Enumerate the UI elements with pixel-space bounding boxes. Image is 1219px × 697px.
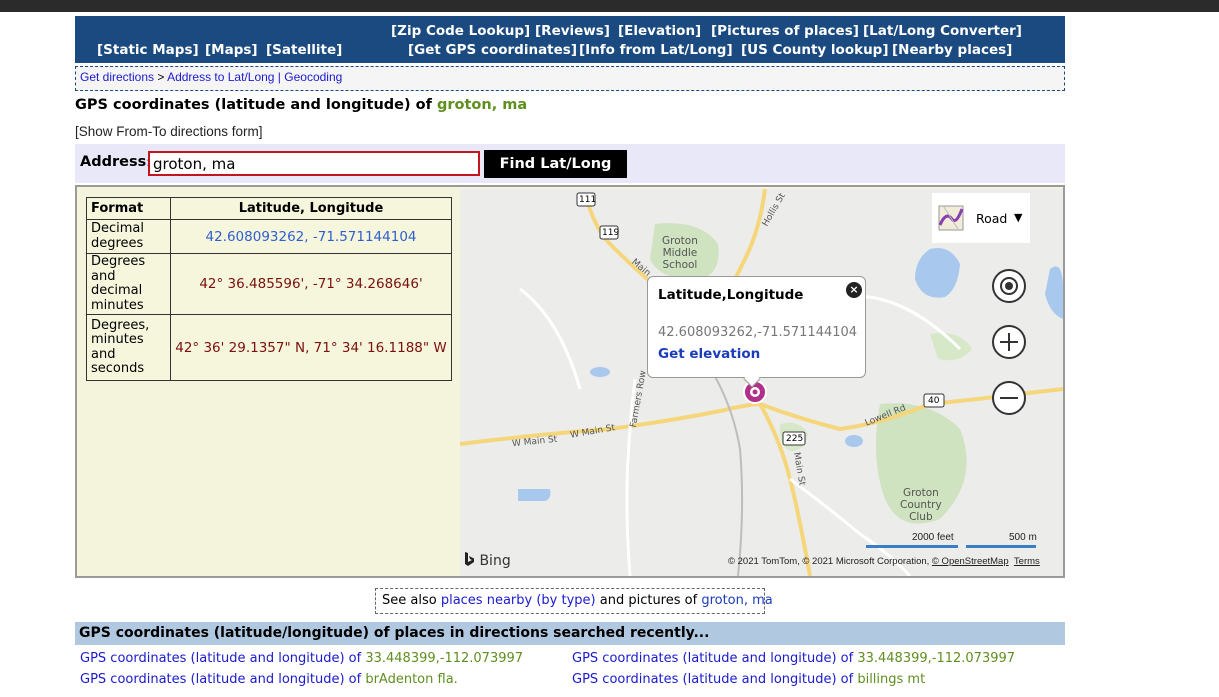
chevron-down-icon: ▼ xyxy=(1014,211,1023,224)
nav-get-gps-coordinates[interactable]: [Get GPS coordinates] xyxy=(408,42,577,58)
browser-top-strip xyxy=(0,0,1219,12)
list-item[interactable]: GPS coordinates (latitude and longitude)… xyxy=(80,651,523,666)
page-title-prefix: GPS coordinates (latitude and longitude)… xyxy=(75,97,437,113)
coordinate-popup: Latitude,Longitude 42.608093262,-71.5711… xyxy=(647,276,866,388)
nav-us-county-lookup[interactable]: [US County lookup] xyxy=(741,42,889,58)
table-row: Decimal degrees 42.608093262, -71.571144… xyxy=(86,219,452,254)
nav-maps[interactable]: [Maps] xyxy=(205,42,258,58)
bing-b-icon xyxy=(465,552,474,566)
bing-logo[interactable]: Bing xyxy=(464,552,511,569)
list-item[interactable]: GPS coordinates (latitude and longitude)… xyxy=(80,672,458,687)
road-local xyxy=(519,287,582,390)
map-copyright: © 2021 TomTom, © 2021 Microsoft Corporat… xyxy=(728,556,1040,567)
breadcrumb-geocoding[interactable]: Address to Lat/Long | Geocoding xyxy=(167,70,342,84)
nav-lat-long-converter[interactable]: [Lat/Long Converter] xyxy=(863,23,1022,39)
pond xyxy=(1045,266,1063,319)
label-groton-country-club: Groton Country Club xyxy=(900,487,942,523)
scale-meters: 500 m xyxy=(1009,532,1037,543)
park xyxy=(930,333,972,361)
route-225-label: 225 xyxy=(786,434,804,444)
minus-icon xyxy=(1000,397,1018,399)
format-dms: Degrees, minutes and seconds xyxy=(86,314,171,381)
road-map-icon xyxy=(938,205,964,231)
coordinates-table: Format Latitude, Longitude Decimal degre… xyxy=(86,197,452,381)
terms-link[interactable]: Terms xyxy=(1014,556,1040,567)
openstreetmap-link[interactable]: © OpenStreetMap xyxy=(932,556,1009,567)
pond xyxy=(845,435,863,447)
close-icon[interactable]: × xyxy=(846,282,862,298)
locate-icon xyxy=(1000,277,1018,295)
value-decimal-degrees: 42.608093262, -71.571144104 xyxy=(170,219,452,254)
see-also-box: See also places nearby (by type) and pic… xyxy=(375,588,773,614)
page-title-place: groton, ma xyxy=(437,97,528,113)
scale-bar-meters xyxy=(966,545,1036,548)
value-dms: 42° 36' 29.1357" N, 71° 34' 16.1188" W xyxy=(170,314,452,381)
scale-bar-feet xyxy=(866,545,958,548)
pond xyxy=(915,248,960,298)
route-119-label: 119 xyxy=(602,228,620,238)
popup-title: Latitude,Longitude xyxy=(658,287,804,303)
plus-icon xyxy=(1000,333,1018,351)
breadcrumb: Get directions > Address to Lat/Long | G… xyxy=(75,66,1065,91)
locate-me-button[interactable] xyxy=(992,269,1026,303)
address-label: Address: xyxy=(80,154,150,170)
pictures-of-place-link[interactable]: groton, ma xyxy=(701,593,772,608)
route-40-label: 40 xyxy=(928,396,940,406)
top-navigation: [Zip Code Lookup] [Reviews] [Elevation] … xyxy=(75,16,1065,63)
address-input[interactable] xyxy=(148,151,480,176)
bing-label: Bing xyxy=(479,553,511,569)
zoom-in-button[interactable] xyxy=(992,325,1026,359)
nav-zip-code-lookup[interactable]: [Zip Code Lookup] xyxy=(391,23,530,39)
table-header-format: Format xyxy=(86,197,171,220)
list-item[interactable]: GPS coordinates (latitude and longitude)… xyxy=(572,672,925,687)
scale-feet: 2000 feet xyxy=(912,532,954,543)
popup-coordinates: 42.608093262,-71.571144104 xyxy=(658,325,858,340)
format-degrees-decimal-minutes: Degrees and decimal minutes xyxy=(86,253,171,315)
pond xyxy=(590,367,610,377)
map-view[interactable]: 111 119 40 225 Groton Middle School Groton… xyxy=(460,189,1063,576)
nav-pictures-of-places[interactable]: [Pictures of places] xyxy=(711,23,859,39)
breadcrumb-get-directions[interactable]: Get directions xyxy=(80,70,154,84)
value-degrees-decimal-minutes: 42° 36.485596', -71° 34.268646' xyxy=(170,253,452,315)
format-decimal-degrees: Decimal degrees xyxy=(86,219,171,254)
nav-nearby-places[interactable]: [Nearby places] xyxy=(892,42,1012,58)
nav-satellite[interactable]: [Satellite] xyxy=(266,42,342,58)
list-item[interactable]: GPS coordinates (latitude and longitude)… xyxy=(572,651,1015,666)
label-groton-middle-school: Groton Middle School xyxy=(662,235,698,271)
breadcrumb-separator: > xyxy=(154,70,168,84)
page-title: GPS coordinates (latitude and longitude)… xyxy=(75,97,527,113)
table-header-row: Format Latitude, Longitude xyxy=(86,197,452,220)
nav-elevation[interactable]: [Elevation] xyxy=(618,23,701,39)
show-directions-form-link[interactable]: [Show From-To directions form] xyxy=(75,124,263,139)
nav-reviews[interactable]: [Reviews] xyxy=(535,23,610,39)
results-panel: Format Latitude, Longitude Decimal degre… xyxy=(75,185,1065,578)
places-nearby-link[interactable]: places nearby (by type) xyxy=(441,593,596,608)
table-row: Degrees and decimal minutes 42° 36.48559… xyxy=(86,253,452,315)
nav-static-maps[interactable]: [Static Maps] xyxy=(97,42,199,58)
recent-searches-heading: GPS coordinates (latitude/longitude) of … xyxy=(75,622,1065,645)
nav-info-from-lat-long[interactable]: [Info from Lat/Long] xyxy=(579,42,733,58)
route-111-label: 111 xyxy=(579,195,597,205)
table-header-lat-long: Latitude, Longitude xyxy=(170,197,452,220)
table-row: Degrees, minutes and seconds 42° 36' 29.… xyxy=(86,314,452,381)
map-style-selector[interactable]: Road ▼ xyxy=(932,193,1030,243)
zoom-out-button[interactable] xyxy=(992,381,1026,415)
pond xyxy=(518,489,551,501)
find-lat-long-button[interactable]: Find Lat/Long xyxy=(484,150,627,178)
map-style-label: Road xyxy=(976,211,1008,226)
get-elevation-link[interactable]: Get elevation xyxy=(658,346,760,362)
address-bar: Address: Find Lat/Long xyxy=(75,144,1065,183)
